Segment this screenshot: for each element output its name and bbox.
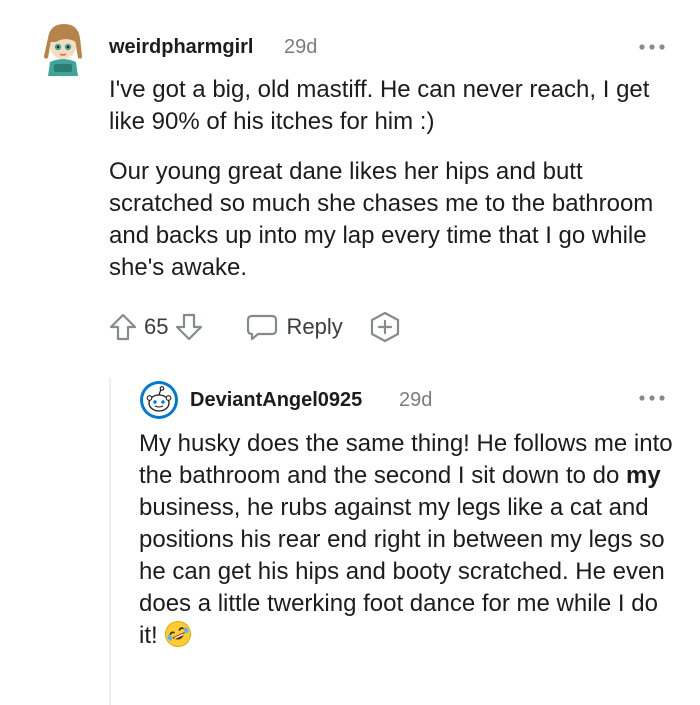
comment-timestamp[interactable]: 29d [284,36,317,59]
comment-paragraph: I've got a big, old mastiff. He can neve… [109,76,650,135]
rolling-laughing-emoji [165,621,192,647]
more-options-icon[interactable] [638,42,666,52]
avatar[interactable] [36,20,88,76]
reply-text-bold: my [625,462,661,489]
more-options-icon[interactable] [638,393,666,403]
comment-actions: 65 Reply [108,311,401,343]
vote-count: 65 [144,314,169,339]
reply-text-after: business, he rubs against my legs like a… [139,494,665,649]
reply-text-before: My husky does the same thing! He follows… [139,430,673,489]
thread-line[interactable] [109,378,111,705]
reply-timestamp[interactable]: 29d [399,389,432,412]
reply-body: My husky does the same thing! He follows… [139,428,679,652]
reply-bubble-icon[interactable] [246,313,278,341]
avatar[interactable] [139,380,179,420]
reply-button[interactable]: Reply [286,314,342,340]
upvote-arrow-icon[interactable] [108,312,138,342]
reply-username[interactable]: DeviantAngel0925 [190,389,362,412]
reply-paragraph: My husky does the same thing! He follows… [139,428,679,652]
comment-paragraph: Our young great dane likes her hips and … [109,158,654,281]
comment-body: I've got a big, old mastiff. He can neve… [109,74,679,302]
downvote-arrow-icon[interactable] [174,312,204,342]
plus-award-icon[interactable] [369,311,401,343]
comment-username[interactable]: weirdpharmgirl [109,36,253,59]
